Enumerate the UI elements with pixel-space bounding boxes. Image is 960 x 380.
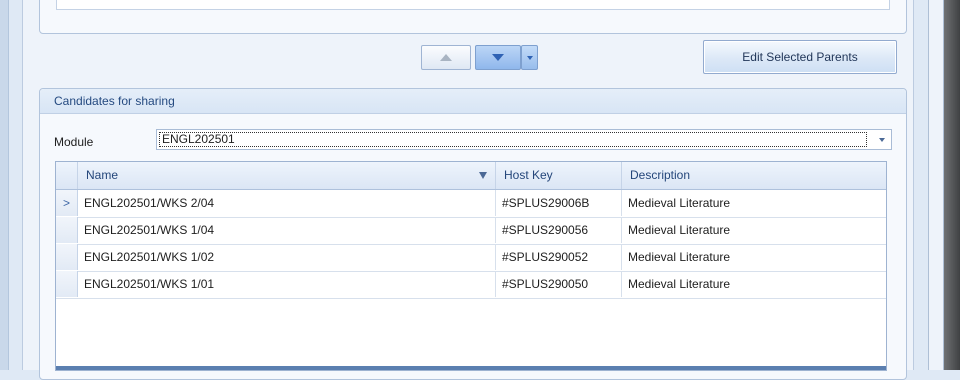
candidates-grid[interactable]: Name Host Key Description > ENGL202501/W… [55,161,887,371]
module-select[interactable]: ENGL202501 [156,129,892,150]
row-indicator-header [56,162,78,189]
grid-scrollbar[interactable] [56,366,886,370]
edit-selected-parents-button[interactable]: Edit Selected Parents [703,40,897,74]
cell-host-key[interactable]: #SPLUS29006B [496,190,622,216]
move-down-dropdown-button[interactable] [521,45,538,70]
move-up-button[interactable] [421,45,471,70]
cell-name[interactable]: ENGL202501/WKS 1/04 [78,217,496,243]
column-header-description-label: Description [630,168,691,182]
column-header-name[interactable]: Name [78,162,496,189]
cell-name[interactable]: ENGL202501/WKS 1/02 [78,244,496,270]
cell-host-key[interactable]: #SPLUS290050 [496,271,622,297]
window-right-frame [928,0,944,370]
candidates-title: Candidates for sharing [54,94,175,108]
table-row[interactable]: ENGL202501/WKS 1/04 #SPLUS290056 Medieva… [56,217,886,245]
cell-name[interactable]: ENGL202501/WKS 1/01 [78,271,496,297]
column-header-description[interactable]: Description [622,162,886,189]
grid-header: Name Host Key Description [56,162,886,190]
row-indicator: > [56,190,78,216]
parents-group [39,0,907,34]
dialog-panel: Edit Selected Parents Candidates for sha… [22,0,914,380]
module-label: Module [54,135,94,149]
column-header-host-key-label: Host Key [504,168,553,182]
row-indicator [56,244,78,270]
cell-host-key[interactable]: #SPLUS290056 [496,217,622,243]
column-header-host-key[interactable]: Host Key [496,162,622,189]
chevron-down-icon [879,137,885,142]
cell-description[interactable]: Medieval Literature [622,244,886,270]
row-indicator [56,217,78,243]
cell-description[interactable]: Medieval Literature [622,190,886,216]
table-row[interactable]: ENGL202501/WKS 1/02 #SPLUS290052 Medieva… [56,244,886,272]
cell-host-key[interactable]: #SPLUS290052 [496,244,622,270]
window-left-border [0,0,9,370]
filter-icon[interactable] [479,172,487,179]
module-select-value[interactable]: ENGL202501 [159,132,867,147]
chevron-down-icon [526,55,533,60]
column-header-name-label: Name [86,168,119,182]
move-down-button[interactable] [475,45,521,70]
cell-description[interactable]: Medieval Literature [622,217,886,243]
arrow-down-icon [492,54,504,61]
table-row[interactable]: ENGL202501/WKS 1/01 #SPLUS290050 Medieva… [56,271,886,299]
row-indicator [56,271,78,297]
table-row[interactable]: > ENGL202501/WKS 2/04 #SPLUS29006B Medie… [56,190,886,218]
parents-list[interactable] [56,0,890,10]
window-edge [944,0,960,370]
candidates-group-header: Candidates for sharing [40,89,906,114]
module-dropdown-button[interactable] [873,130,891,149]
arrow-up-icon [440,54,452,61]
cell-description[interactable]: Medieval Literature [622,271,886,297]
cell-name[interactable]: ENGL202501/WKS 2/04 [78,190,496,216]
